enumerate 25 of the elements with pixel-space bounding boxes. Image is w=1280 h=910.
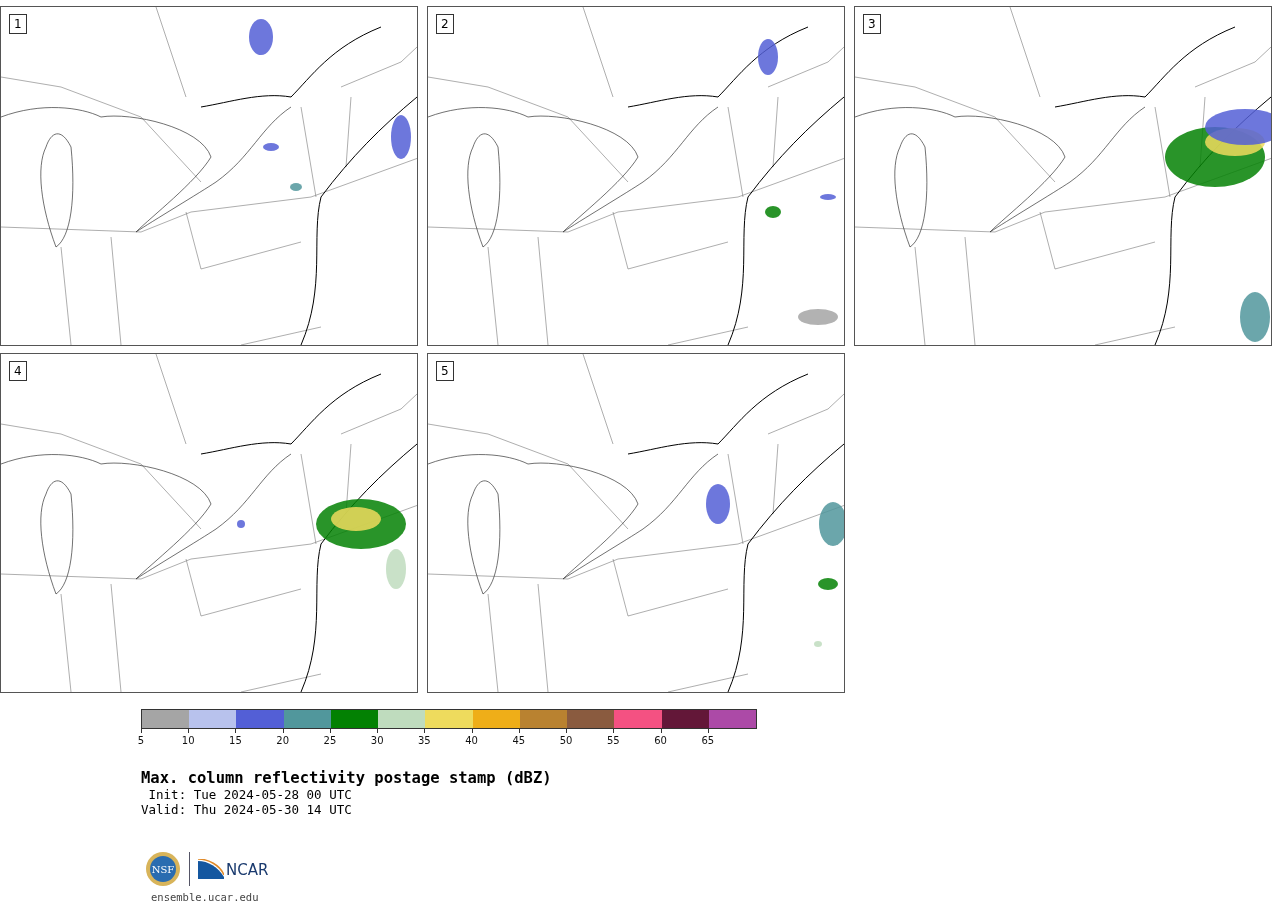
panel-number: 4: [9, 361, 27, 381]
seal-logo: NSF: [145, 851, 181, 887]
tick-label: 60: [654, 735, 667, 746]
site-url: ensemble.ucar.edu: [151, 891, 260, 903]
swoosh-logo-icon: [198, 859, 224, 879]
logo-text: NCAR: [226, 861, 269, 879]
tick-label: 55: [606, 735, 620, 746]
tick-label: 10: [181, 735, 195, 746]
tick-label: 65: [701, 735, 715, 746]
tick-label: 50: [559, 735, 573, 746]
tick-label: 15: [229, 735, 242, 746]
chart-title: Max. column reflectivity postage stamp (dBZ): [141, 769, 553, 787]
tick-label: 20: [276, 735, 290, 746]
tick-label: 45: [512, 735, 526, 746]
tick-label: 40: [465, 735, 478, 746]
init-time: Init: Tue 2024-05-28 00 UTC: [147, 787, 353, 802]
panel-number: 3: [863, 14, 881, 34]
tick-label: 35: [418, 735, 431, 746]
panel-number: 2: [436, 14, 454, 34]
tick-label: 5: [137, 735, 145, 746]
tick-label: 30: [370, 735, 384, 746]
tick-label: 25: [323, 735, 337, 746]
valid-time: Valid: Thu 2024-05-30 14 UTC: [141, 802, 353, 817]
panel-number: 5: [436, 361, 454, 381]
panel-number: 1: [9, 14, 27, 34]
